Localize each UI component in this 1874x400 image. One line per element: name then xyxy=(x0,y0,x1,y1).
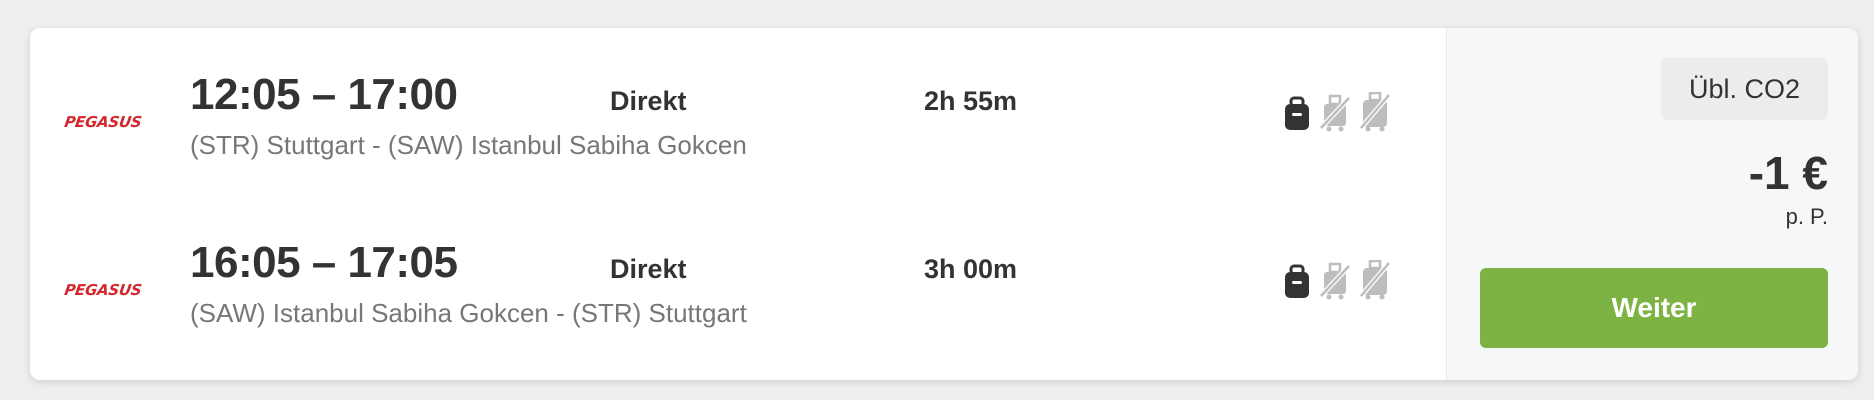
baggage-info[interactable] xyxy=(1282,260,1392,300)
cabin-bag-not-included-icon xyxy=(1318,262,1352,300)
co2-badge[interactable]: Übl. CO2 xyxy=(1660,58,1828,120)
flight-duration: 2h 55m xyxy=(924,86,1018,116)
checked-bag-not-included-icon xyxy=(1358,260,1392,300)
stops-label: Direkt xyxy=(610,254,687,284)
continue-button[interactable]: Weiter xyxy=(1480,268,1828,348)
airline-logo: PEGASUS xyxy=(63,113,143,131)
route-text: (STR) Stuttgart - (SAW) Istanbul Sabiha … xyxy=(190,130,747,160)
stops-label: Direkt xyxy=(610,86,687,116)
price-value: -1 € xyxy=(1748,147,1828,199)
cabin-bag-not-included-icon xyxy=(1318,94,1352,132)
airline-logo: PEGASUS xyxy=(63,281,143,299)
baggage-info[interactable] xyxy=(1282,92,1392,132)
price-panel: Übl. CO2 -1 € p. P. Weiter xyxy=(1446,28,1858,380)
outbound-leg: PEGASUS 12:05 – 17:00 (STR) Stuttgart - … xyxy=(30,70,1446,180)
per-person-label: p. P. xyxy=(1785,204,1828,229)
personal-item-icon xyxy=(1282,96,1312,132)
departure-arrival-times: 16:05 – 17:05 xyxy=(190,238,458,287)
flight-result-card[interactable]: PEGASUS 12:05 – 17:00 (STR) Stuttgart - … xyxy=(30,28,1858,380)
flight-duration: 3h 00m xyxy=(924,254,1018,284)
flight-legs: PEGASUS 12:05 – 17:00 (STR) Stuttgart - … xyxy=(30,28,1446,380)
route-text: (SAW) Istanbul Sabiha Gokcen - (STR) Stu… xyxy=(190,298,747,328)
inbound-leg: PEGASUS 16:05 – 17:05 (SAW) Istanbul Sab… xyxy=(30,238,1446,348)
personal-item-icon xyxy=(1282,264,1312,300)
departure-arrival-times: 12:05 – 17:00 xyxy=(190,70,458,119)
checked-bag-not-included-icon xyxy=(1358,92,1392,132)
